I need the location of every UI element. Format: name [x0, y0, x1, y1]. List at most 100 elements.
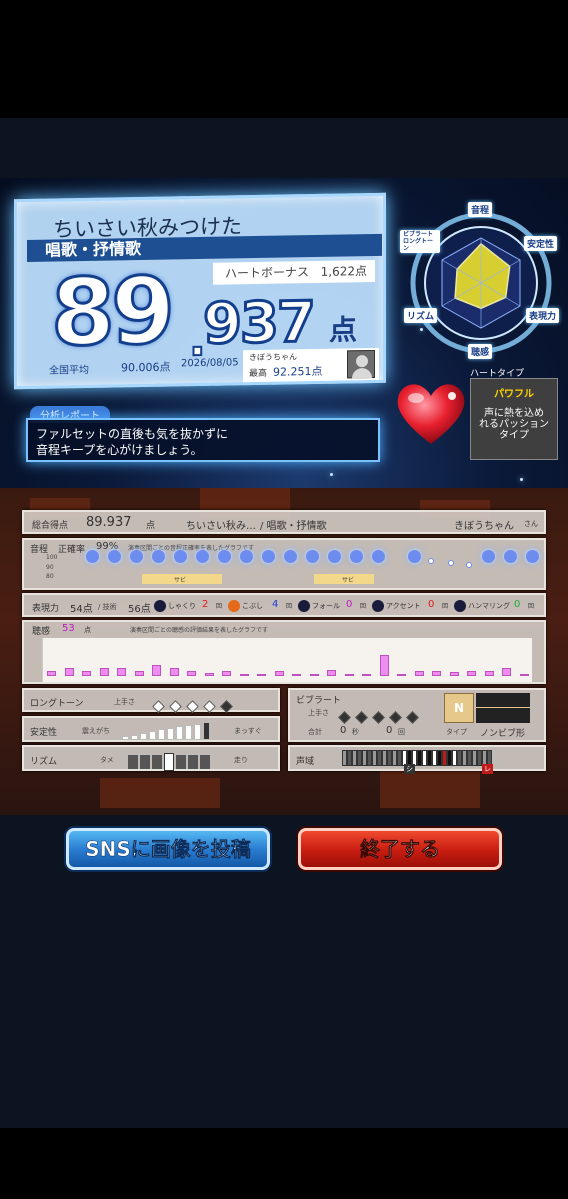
pitch-dot: [152, 550, 165, 563]
pitch-y100: 100: [46, 554, 58, 561]
emotion-graph: [42, 638, 532, 682]
score-decimal: 937: [202, 289, 316, 359]
vibrato-meter: [336, 707, 421, 726]
longtone-meter: [150, 696, 235, 715]
rhythm-panel: リズム タメ 走り: [22, 745, 280, 771]
analysis-line-1: ファルセットの直後も気を抜かずに: [36, 427, 229, 441]
pitch-dot: [174, 550, 187, 563]
emotion-bar: [204, 673, 214, 676]
total-label: 総合得点: [32, 521, 69, 531]
total-genre: / 唱歌・抒情歌: [260, 521, 327, 532]
emotion-bar: [82, 671, 91, 676]
heart-type-description: 声に熱を込め れるパッション タイプ: [471, 408, 557, 441]
emotion-bar: [292, 674, 301, 676]
pitch-dot: [108, 550, 121, 563]
pitch-low-dot: [428, 558, 434, 564]
pitch-dot: [196, 550, 209, 563]
pitch-dot: [240, 550, 253, 563]
heart-type-desc-3: タイプ: [499, 430, 529, 441]
emotion-bar: [309, 674, 319, 676]
stability-meter: [122, 721, 212, 740]
sabi-label-2: サビ: [342, 577, 355, 584]
total-user: きぼうちゃん: [454, 521, 514, 532]
accent-unit: 回: [442, 603, 449, 610]
top-black-bar: [0, 0, 568, 118]
radar-label-pitch: 音程: [468, 202, 493, 217]
date: 2026/08/05: [181, 357, 239, 370]
pitch-dot: [350, 550, 363, 563]
radar-chart: 音程 安定性 表現力 聴感 リズム ビブラート ロングトーン: [398, 198, 564, 368]
best-score: 92.251点: [273, 364, 323, 379]
user-name: きぼうちゃん: [249, 352, 297, 363]
total-honorific: さん: [524, 520, 538, 528]
pitch-dot: [504, 550, 517, 563]
end-button[interactable]: 終了する: [298, 828, 502, 870]
stability-panel: 安定性 震えがち まっすぐ: [22, 716, 280, 742]
expression-score: 54点: [70, 604, 93, 615]
analysis-line-2: 音程キープを心がけましょう。: [36, 443, 203, 457]
humming-icon: [454, 600, 466, 612]
emotion-unit: 点: [84, 626, 91, 634]
vibrato-seconds-unit: 秒: [352, 728, 359, 736]
accent: アクセント: [370, 600, 421, 612]
pitch-y80: 80: [46, 573, 54, 580]
fall-count: 0: [346, 599, 353, 610]
emotion-bar: [344, 674, 354, 676]
best-label: 最高: [249, 368, 268, 380]
vibrato-seconds: 0: [340, 725, 347, 736]
emotion-bar: [99, 668, 109, 676]
pitch-low-dot: [466, 562, 472, 568]
heart-bonus-value: 1,622点: [320, 264, 367, 279]
rhythm-meter: [128, 751, 212, 771]
longtone-label: ロングトーン: [30, 699, 84, 709]
score-integer: 89: [50, 256, 173, 368]
pitch-dot: [408, 550, 421, 563]
expression-count: 56点: [128, 604, 151, 615]
pitch-panel: 音程 正確率 99% 演奏区間ごとの音程正確率を表したグラフです 100 90 …: [22, 538, 546, 590]
heart-type-desc-2: れるパッション: [479, 419, 549, 430]
heart-bonus-label: ハートボーナス: [225, 265, 310, 281]
expression-per-label: / 技術: [98, 603, 117, 611]
pitch-description: 演奏区間ごとの音程正確率を表したグラフです: [128, 545, 254, 552]
analysis-report: ファルセットの直後も気を抜かずに 音程キープを心がけましょう。: [26, 418, 380, 462]
sabi-label-1: サビ: [174, 577, 187, 584]
longtone-panel: ロングトーン 上手さ: [22, 688, 280, 715]
rhythm-label: リズム: [30, 757, 58, 767]
pitch-dot: [328, 550, 341, 563]
range-high: レ: [482, 764, 493, 774]
avatar: [347, 349, 375, 379]
emotion-bar: [187, 671, 196, 676]
fall-icon: [298, 600, 310, 612]
national-average-value: 90.006点: [121, 360, 171, 375]
longtone-level-label: 上手さ: [114, 698, 135, 706]
shakuri-icon: [154, 600, 166, 612]
stability-right: まっすぐ: [234, 727, 262, 735]
emotion-bar: [152, 665, 161, 676]
pitch-dot: [130, 550, 143, 563]
pitch-dot: [372, 550, 385, 563]
emotion-bar: [327, 670, 336, 676]
humming-count: 0: [514, 599, 521, 610]
stability-label: 安定性: [30, 728, 58, 738]
pitch-dot: [218, 550, 231, 563]
total-score: 89.937: [86, 515, 132, 530]
bottom-black-bar: [0, 1128, 568, 1199]
emotion-bar: [484, 671, 494, 676]
humming: ハンマリング: [452, 600, 510, 612]
total-song: ちいさい秋み…: [186, 521, 256, 532]
shakuri-unit: 回: [216, 603, 223, 610]
score-unit: 点: [329, 313, 358, 347]
emotion-bar: [117, 667, 126, 676]
pitch-dot: [482, 550, 495, 563]
emotion-bar: [239, 673, 249, 676]
kobushi-unit: 回: [286, 603, 293, 610]
emotion-bar: [414, 671, 424, 676]
score-card: ちいさい秋みつけた 唱歌・抒情歌 ハートボーナス 1,622点 89 . 937…: [14, 192, 386, 390]
emotion-bar: [222, 671, 231, 676]
emotion-bar: [502, 668, 511, 676]
emotion-bar: [274, 671, 284, 676]
vibrato-waveform: [476, 693, 530, 723]
post-to-sns-button[interactable]: SNSに画像を投稿: [66, 828, 270, 870]
pitch-y90: 90: [46, 564, 54, 571]
vibrato-type: ノンビブ形: [480, 729, 526, 739]
